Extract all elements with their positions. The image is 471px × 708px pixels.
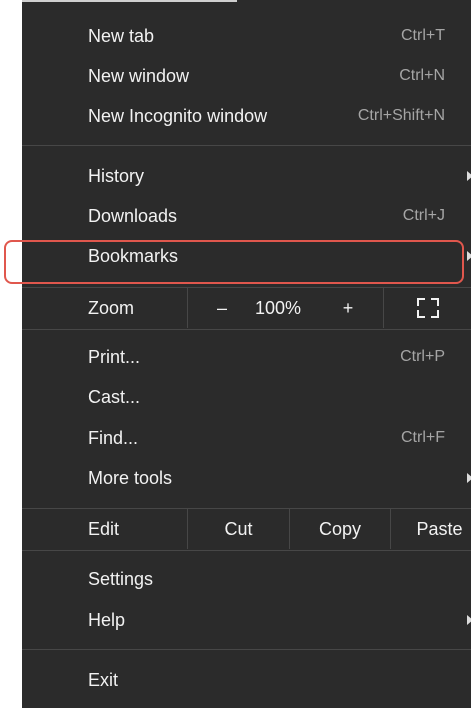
downloads-label: Downloads	[88, 205, 178, 226]
submenu-arrow-icon	[467, 251, 471, 261]
submenu-arrow-icon	[467, 171, 471, 181]
exit-label: Exit	[88, 669, 119, 690]
menu-top-edge	[22, 0, 237, 2]
submenu-arrow-icon	[467, 473, 471, 483]
fullscreen-button[interactable]	[384, 288, 471, 328]
edit-label: Edit	[88, 518, 120, 539]
new-window-label: New window	[88, 65, 190, 86]
zoom-divider	[187, 288, 188, 328]
settings-label: Settings	[88, 568, 154, 589]
menu-separator	[22, 649, 471, 650]
bookmarks-label: Bookmarks	[88, 245, 179, 266]
menu-item-help[interactable]: Help	[22, 600, 471, 640]
more-tools-label: More tools	[88, 467, 173, 488]
fullscreen-icon	[416, 298, 439, 318]
downloads-shortcut: Ctrl+J	[402, 207, 445, 224]
new-incognito-shortcut: Ctrl+Shift+N	[357, 107, 445, 124]
zoom-out-button[interactable]: –	[202, 288, 242, 328]
submenu-arrow-icon	[467, 615, 471, 625]
paste-button[interactable]: Paste	[391, 509, 471, 549]
menu-item-exit[interactable]: Exit	[22, 660, 471, 700]
zoom-label: Zoom	[88, 297, 135, 318]
cast-label: Cast...	[88, 386, 141, 407]
print-shortcut: Ctrl+P	[400, 348, 445, 365]
menu-item-downloads[interactable]: Downloads Ctrl+J	[22, 196, 471, 236]
menu-item-bookmarks[interactable]: Bookmarks	[22, 236, 471, 276]
menu-separator	[22, 145, 471, 146]
menu-item-find[interactable]: Find... Ctrl+F	[22, 418, 471, 458]
menu-item-cast[interactable]: Cast...	[22, 377, 471, 417]
help-label: Help	[88, 609, 126, 630]
menu-separator	[22, 550, 471, 551]
menu-item-more-tools[interactable]: More tools	[22, 458, 471, 498]
zoom-in-button[interactable]: +	[328, 288, 368, 328]
menu-item-history[interactable]: History	[22, 156, 471, 196]
new-tab-shortcut: Ctrl+T	[401, 27, 445, 44]
zoom-level: 100%	[254, 297, 302, 318]
menu-item-new-incognito-window[interactable]: New Incognito window Ctrl+Shift+N	[22, 96, 471, 136]
new-incognito-label: New Incognito window	[88, 105, 268, 126]
menu-item-settings[interactable]: Settings	[22, 559, 471, 599]
menu-separator	[22, 329, 471, 330]
new-window-shortcut: Ctrl+N	[399, 67, 445, 84]
new-tab-label: New tab	[88, 25, 155, 46]
menu-item-new-tab[interactable]: New tab Ctrl+T	[22, 16, 471, 56]
history-label: History	[88, 165, 145, 186]
cut-button[interactable]: Cut	[188, 509, 289, 549]
print-label: Print...	[88, 346, 141, 367]
menu-item-print[interactable]: Print... Ctrl+P	[22, 337, 471, 377]
copy-button[interactable]: Copy	[290, 509, 390, 549]
find-label: Find...	[88, 427, 139, 448]
menu-item-new-window[interactable]: New window Ctrl+N	[22, 56, 471, 96]
chrome-main-menu: New tab Ctrl+T New window Ctrl+N New Inc…	[22, 0, 471, 708]
find-shortcut: Ctrl+F	[401, 429, 445, 446]
